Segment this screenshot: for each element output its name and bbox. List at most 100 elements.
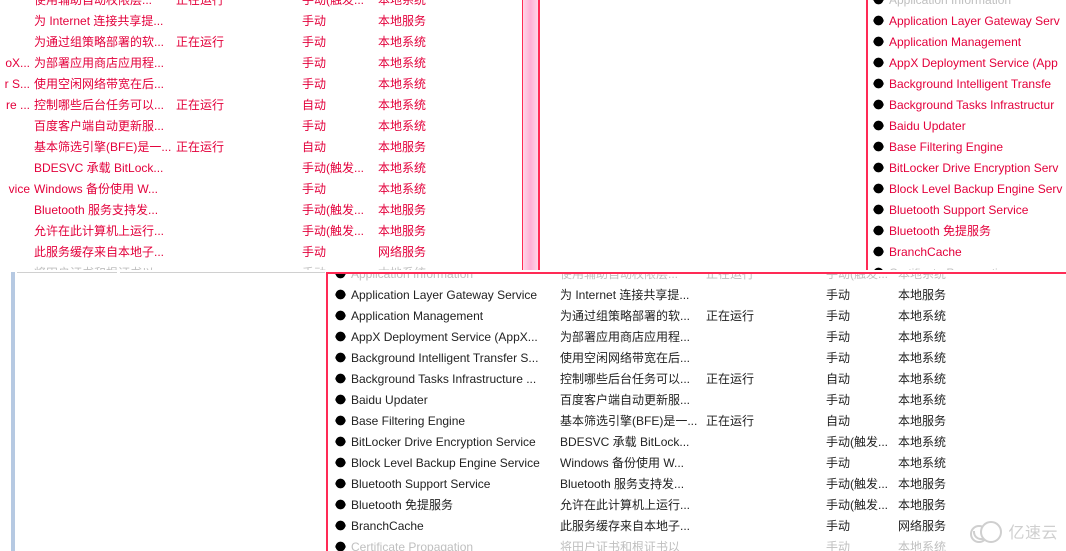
service-name: Bluetooth 免提服务 xyxy=(889,224,991,238)
service-logon: 本地服务 xyxy=(898,285,978,306)
service-startup: 手动 xyxy=(300,53,376,74)
service-row[interactable]: viceWindows 备份使用 W... 手动本地系统 xyxy=(0,179,538,200)
service-startup: 手动(触发... xyxy=(826,432,898,453)
service-row[interactable]: Bluetooth Support Service xyxy=(868,200,1066,221)
service-row[interactable]: Bluetooth 免提服务允许在此计算机上运行...手动(触发...本地服务 xyxy=(328,495,1066,516)
service-row[interactable]: Block Level Backup Engine ServiceWindows… xyxy=(328,453,1066,474)
service-startup: 手动 xyxy=(300,11,376,32)
service-row[interactable]: Baidu Updater xyxy=(868,116,1066,137)
service-row[interactable]: Certificate Propagation将田户证书和根证书以手动本地系统 xyxy=(328,537,1066,551)
service-name: Certificate Propagation xyxy=(328,537,560,551)
service-status: 正在运行 xyxy=(174,32,300,53)
service-logon: 本地系统 xyxy=(376,179,456,200)
service-startup: 手动 xyxy=(300,179,376,200)
service-row[interactable]: 基本筛选引擎(BFE)是一...正在运行自动本地服务 xyxy=(0,137,538,158)
service-row[interactable]: Background Tasks Infrastructur xyxy=(868,95,1066,116)
service-logon: 网络服务 xyxy=(376,242,456,263)
service-description: BDESVC 承载 BitLock... xyxy=(560,432,706,453)
service-startup: 手动 xyxy=(826,348,898,369)
service-name: BitLocker Drive Encryption Service xyxy=(328,432,560,453)
service-logon: 本地服务 xyxy=(376,137,456,158)
gear-icon xyxy=(872,140,885,153)
service-logon: 本地系统 xyxy=(898,537,978,551)
service-logon: 本地系统 xyxy=(376,0,456,11)
gear-icon xyxy=(334,351,347,364)
services-list-main[interactable]: Application Information使用辅助自动权限层...正在运行手… xyxy=(326,272,1066,551)
service-description: 控制哪些后台任务可以... xyxy=(32,95,174,116)
service-row[interactable]: Certificate Propagation xyxy=(868,263,1066,270)
service-status: 正在运行 xyxy=(706,272,826,285)
gear-icon xyxy=(872,0,885,6)
scrollbar[interactable] xyxy=(522,0,538,270)
service-row[interactable]: Bluetooth 服务支持发...手动(触发...本地服务 xyxy=(0,200,538,221)
service-startup: 手动 xyxy=(826,306,898,327)
service-row[interactable]: Background Intelligent Transfer S...使用空闲… xyxy=(328,348,1066,369)
service-row[interactable]: 百度客户端自动更新服...手动本地系统 xyxy=(0,116,538,137)
service-description: 为部署应用商店应用程... xyxy=(560,327,706,348)
service-name-fragment: vice xyxy=(0,179,32,200)
service-row[interactable]: Background Tasks Infrastructure ...控制哪些后… xyxy=(328,369,1066,390)
service-row[interactable]: BranchCache xyxy=(868,242,1066,263)
service-row[interactable]: r S...使用空闲网络带宽在后...手动本地系统 xyxy=(0,74,538,95)
service-row[interactable]: BitLocker Drive Encryption ServiceBDESVC… xyxy=(328,432,1066,453)
services-list-red-left[interactable]: 使用辅助自动权限层...正在运行手动(触发...本地系统为 Internet 连… xyxy=(0,0,540,270)
service-row[interactable]: oX...为部署应用商店应用程...手动本地系统 xyxy=(0,53,538,74)
service-name: Bluetooth Support Service xyxy=(889,203,1028,217)
service-logon: 本地系统 xyxy=(376,158,456,179)
service-description: 为 Internet 连接共享提... xyxy=(32,11,174,32)
service-name-fragment: r S... xyxy=(0,74,32,95)
service-row[interactable]: Background Intelligent Transfe xyxy=(868,74,1066,95)
service-row[interactable]: BitLocker Drive Encryption Serv xyxy=(868,158,1066,179)
service-row[interactable]: Base Filtering Engine基本筛选引擎(BFE)是一...正在运… xyxy=(328,411,1066,432)
service-row[interactable]: Application Layer Gateway Serv xyxy=(868,11,1066,32)
service-name: Background Tasks Infrastructur xyxy=(889,98,1054,112)
service-name-fragment: re ... xyxy=(0,95,32,116)
services-list-red-right[interactable]: Application InformationApplication Layer… xyxy=(866,0,1066,270)
service-description: 为通过组策略部署的软... xyxy=(32,32,174,53)
service-row[interactable]: 为 Internet 连接共享提...手动本地服务 xyxy=(0,11,538,32)
service-row[interactable]: re ...控制哪些后台任务可以...正在运行自动本地系统 xyxy=(0,95,538,116)
service-logon: 网络服务 xyxy=(898,516,978,537)
service-row[interactable]: Base Filtering Engine xyxy=(868,137,1066,158)
service-name: Background Tasks Infrastructure ... xyxy=(328,369,560,390)
service-row[interactable]: Bluetooth Support ServiceBluetooth 服务支持发… xyxy=(328,474,1066,495)
service-row[interactable]: BranchCache此服务缓存来自本地子...手动网络服务 xyxy=(328,516,1066,537)
service-name: Block Level Backup Engine Service xyxy=(328,453,560,474)
service-row[interactable]: 为通过组策略部署的软...正在运行手动本地系统 xyxy=(0,32,538,53)
service-startup: 手动(触发... xyxy=(300,200,376,221)
gear-icon xyxy=(872,14,885,27)
service-row[interactable]: BDESVC 承载 BitLock...手动(触发...本地系统 xyxy=(0,158,538,179)
service-description: 此服务缓存来自本地子... xyxy=(560,516,706,537)
service-row[interactable]: 允许在此计算机上运行...手动(触发...本地服务 xyxy=(0,221,538,242)
cloud-icon xyxy=(970,521,1004,541)
service-row[interactable]: Application Layer Gateway Service为 Inter… xyxy=(328,285,1066,306)
service-row[interactable]: Application Information xyxy=(868,0,1066,11)
service-row[interactable]: Block Level Backup Engine Serv xyxy=(868,179,1066,200)
service-description: 将田户证书和根证书以 xyxy=(560,537,706,551)
service-row[interactable]: AppX Deployment Service (App xyxy=(868,53,1066,74)
service-row[interactable]: 使用辅助自动权限层...正在运行手动(触发...本地系统 xyxy=(0,0,538,11)
service-description: Windows 备份使用 W... xyxy=(32,179,174,200)
service-row[interactable]: Application Management为通过组策略部署的软...正在运行手… xyxy=(328,306,1066,327)
service-row[interactable]: Application Information使用辅助自动权限层...正在运行手… xyxy=(328,272,1066,285)
service-description: 使用空闲网络带宽在后... xyxy=(32,74,174,95)
service-row[interactable]: Baidu Updater百度客户端自动更新服...手动本地系统 xyxy=(328,390,1066,411)
service-description: BDESVC 承载 BitLock... xyxy=(32,158,174,179)
service-name: Application Information xyxy=(328,272,560,285)
service-description: 使用辅助自动权限层... xyxy=(560,272,706,285)
service-row[interactable]: Bluetooth 免提服务 xyxy=(868,221,1066,242)
service-description: 允许在此计算机上运行... xyxy=(32,221,174,242)
service-logon: 本地服务 xyxy=(898,495,978,516)
service-row[interactable]: AppX Deployment Service (AppX...为部署应用商店应… xyxy=(328,327,1066,348)
service-logon: 本地系统 xyxy=(376,32,456,53)
service-startup: 自动 xyxy=(300,137,376,158)
service-row[interactable]: 此服务缓存来自本地子...手动网络服务 xyxy=(0,242,538,263)
service-row[interactable]: 将田户证书和根证书以手动本地系统 xyxy=(0,263,538,270)
service-startup: 手动 xyxy=(826,285,898,306)
service-name: Background Intelligent Transfe xyxy=(889,77,1051,91)
service-description: 基本筛选引擎(BFE)是一... xyxy=(560,411,706,432)
service-name: Background Intelligent Transfer S... xyxy=(328,348,560,369)
service-description: 使用辅助自动权限层... xyxy=(32,0,174,11)
watermark-text: 亿速云 xyxy=(1008,519,1058,543)
service-row[interactable]: Application Management xyxy=(868,32,1066,53)
